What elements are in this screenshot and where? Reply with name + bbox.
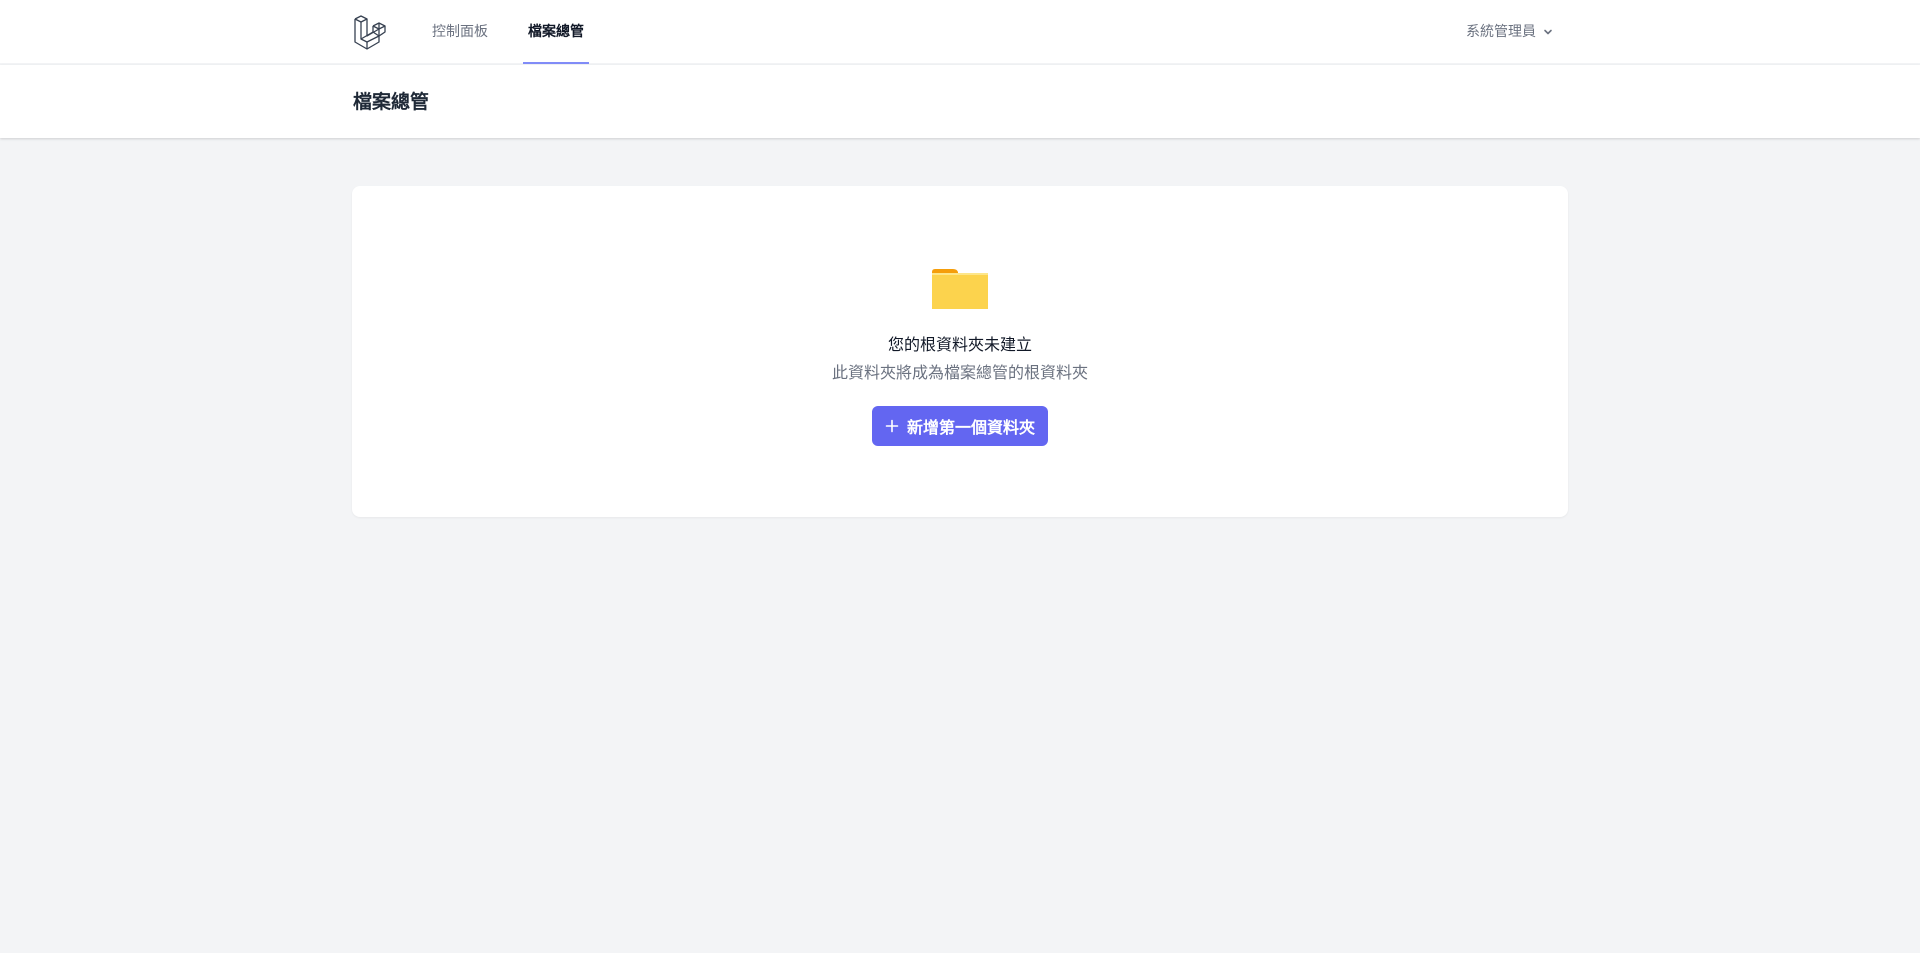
plus-icon [885,419,899,433]
user-menu-dropdown[interactable]: 系統管理員 [1466,0,1554,64]
add-first-folder-label: 新增第一個資料夾 [906,418,1035,437]
nav-item-dashboard[interactable]: 控制面板 [432,0,488,64]
nav-item-file-manager[interactable]: 檔案總管 [523,0,589,64]
page-title: 檔案總管 [353,91,430,113]
top-navigation: 控制面板 檔案總管 系統管理員 [0,0,1920,64]
empty-state-card: 您的根資料夾未建立 此資料夾將成為檔案總管的根資料夾 新增第一個資料夾 [352,186,1568,517]
add-first-folder-button[interactable]: 新增第一個資料夾 [872,406,1048,446]
nav-container: 控制面板 檔案總管 系統管理員 [352,0,1568,64]
user-name: 系統管理員 [1466,24,1536,40]
empty-state-subtitle: 此資料夾將成為檔案總管的根資料夾 [831,363,1088,382]
empty-state-title: 您的根資料夾未建立 [887,335,1032,354]
laravel-logo-icon[interactable] [354,14,388,50]
page-header: 檔案總管 [0,65,1920,138]
folder-icon [931,268,989,310]
chevron-down-icon [1542,26,1554,38]
